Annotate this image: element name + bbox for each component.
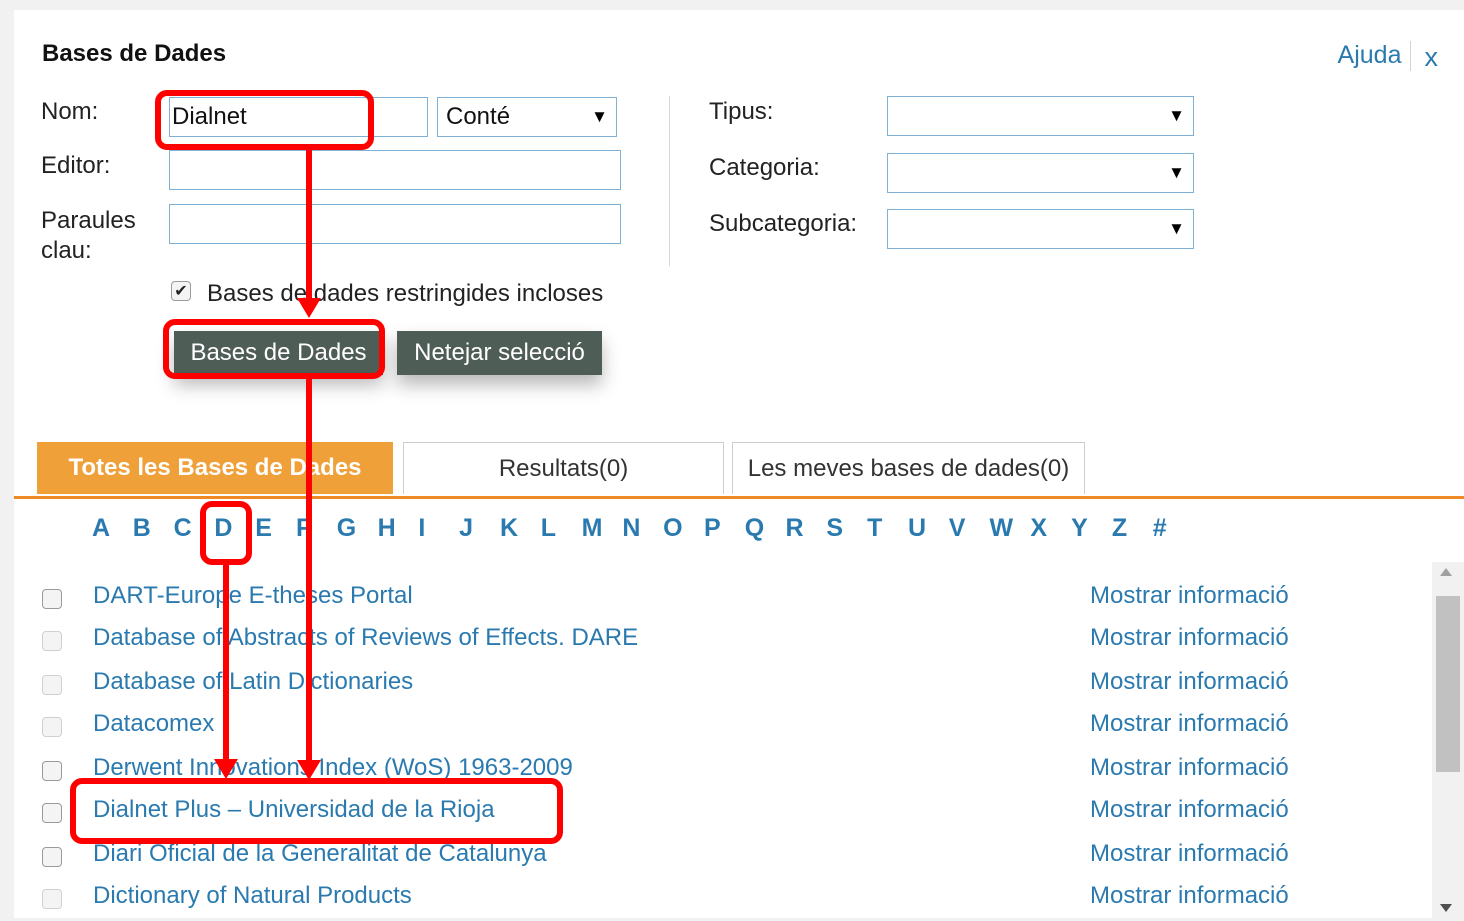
letter-f[interactable]: F (296, 514, 337, 543)
row-checkbox[interactable] (42, 589, 62, 609)
letter-t[interactable]: T (867, 514, 908, 543)
database-link[interactable]: Dialnet Plus – Universidad de la Rioja (93, 796, 495, 824)
checkmark-icon: ✔ (174, 283, 188, 300)
list-item: Datacomex Mostrar informació (14, 706, 1414, 749)
list-item: DART-Europe E-theses Portal Mostrar info… (14, 578, 1414, 621)
show-info-link[interactable]: Mostrar informació (1090, 582, 1289, 610)
match-mode-select[interactable]: Conté ▼ (437, 97, 617, 137)
show-info-link[interactable]: Mostrar informació (1090, 754, 1289, 782)
show-info-link[interactable]: Mostrar informació (1090, 624, 1289, 652)
letter-c[interactable]: C (174, 514, 215, 543)
letter-h[interactable]: H (378, 514, 419, 543)
subcategory-select[interactable]: ▼ (887, 209, 1194, 249)
tab-all-databases[interactable]: Totes les Bases de Dades (37, 442, 393, 494)
alphabet-nav: A B C D E F G H I J K L M N O P Q R S T … (92, 514, 1194, 543)
database-link[interactable]: Datacomex (93, 710, 214, 738)
name-input[interactable] (169, 97, 428, 137)
scroll-thumb[interactable] (1436, 596, 1460, 772)
list-item: Derwent Innovations Index (WoS) 1963-200… (14, 750, 1414, 793)
subcategory-label: Subcategoria: (709, 210, 858, 237)
row-checkbox[interactable] (42, 889, 62, 909)
caret-down-icon: ▼ (1168, 106, 1185, 125)
letter-w[interactable]: W (990, 514, 1031, 543)
letter-u[interactable]: U (908, 514, 949, 543)
list-item: Dialnet Plus – Universidad de la Rioja M… (14, 792, 1414, 835)
letter-g[interactable]: G (337, 514, 378, 543)
row-checkbox[interactable] (42, 675, 62, 695)
caret-down-icon: ▼ (591, 107, 608, 126)
editor-label: Editor: (41, 152, 111, 179)
form-divider (669, 96, 670, 266)
name-label: Nom: (41, 98, 99, 125)
tab-underline (14, 496, 1464, 499)
letter-k[interactable]: K (500, 514, 541, 543)
database-link[interactable]: Diari Oficial de la Generalitat de Catal… (93, 840, 547, 868)
scroll-down-arrow-icon[interactable] (1440, 904, 1452, 912)
tab-my-databases[interactable]: Les meves bases de dades(0) (732, 442, 1085, 494)
database-search-panel: Bases de Dades Ajuda x Nom: Conté ▼ Edit… (14, 10, 1464, 918)
close-icon[interactable]: x (1425, 44, 1439, 71)
list-item: Diari Oficial de la Generalitat de Catal… (14, 836, 1414, 879)
letter-d[interactable]: D (214, 514, 255, 543)
letter-r[interactable]: R (786, 514, 827, 543)
letter-b[interactable]: B (133, 514, 174, 543)
database-link[interactable]: DART-Europe E-theses Portal (93, 582, 413, 610)
type-label: Tipus: (709, 98, 774, 125)
letter-v[interactable]: V (949, 514, 990, 543)
letter-s[interactable]: S (826, 514, 867, 543)
database-link[interactable]: Derwent Innovations Index (WoS) 1963-200… (93, 754, 573, 782)
database-link[interactable]: Dictionary of Natural Products (93, 882, 412, 910)
show-info-link[interactable]: Mostrar informació (1090, 710, 1289, 738)
caret-down-icon: ▼ (1168, 163, 1185, 182)
row-checkbox[interactable] (42, 761, 62, 781)
keywords-label: Paraules clau: (41, 207, 136, 264)
letter-l[interactable]: L (541, 514, 582, 543)
editor-input[interactable] (169, 150, 621, 190)
link-separator (1409, 40, 1411, 71)
show-info-link[interactable]: Mostrar informació (1090, 882, 1289, 910)
top-links: Ajuda x (1338, 40, 1438, 71)
letter-hash[interactable]: # (1153, 514, 1194, 543)
category-select[interactable]: ▼ (887, 153, 1194, 193)
letter-o[interactable]: O (663, 514, 704, 543)
letter-x[interactable]: X (1030, 514, 1071, 543)
letter-i[interactable]: I (418, 514, 459, 543)
keywords-input[interactable] (169, 204, 621, 244)
letter-y[interactable]: Y (1071, 514, 1112, 543)
help-link[interactable]: Ajuda (1338, 41, 1402, 70)
list-item: Database of Latin Dictionaries Mostrar i… (14, 664, 1414, 707)
row-checkbox[interactable] (42, 717, 62, 737)
letter-j[interactable]: J (459, 514, 500, 543)
category-label: Categoria: (709, 154, 820, 181)
letter-p[interactable]: P (704, 514, 745, 543)
letter-e[interactable]: E (255, 514, 296, 543)
caret-down-icon: ▼ (1168, 219, 1185, 238)
show-info-link[interactable]: Mostrar informació (1090, 840, 1289, 868)
match-mode-value: Conté (446, 103, 511, 130)
scroll-up-arrow-icon[interactable] (1440, 568, 1452, 576)
database-link[interactable]: Database of Latin Dictionaries (93, 668, 413, 696)
results-scrollbar[interactable] (1432, 562, 1464, 918)
letter-a[interactable]: A (92, 514, 133, 543)
list-item: Dictionary of Natural Products Mostrar i… (14, 878, 1414, 921)
show-info-link[interactable]: Mostrar informació (1090, 668, 1289, 696)
type-select[interactable]: ▼ (887, 96, 1194, 136)
letter-m[interactable]: M (582, 514, 623, 543)
database-link[interactable]: Database of Abstracts of Reviews of Effe… (93, 624, 638, 652)
row-checkbox[interactable] (42, 631, 62, 651)
list-item: Database of Abstracts of Reviews of Effe… (14, 620, 1414, 663)
panel-title: Bases de Dades (42, 40, 227, 67)
clear-selection-button[interactable]: Netejar selecció (397, 331, 602, 375)
tab-results[interactable]: Resultats(0) (403, 442, 724, 494)
letter-n[interactable]: N (622, 514, 663, 543)
show-info-link[interactable]: Mostrar informació (1090, 796, 1289, 824)
row-checkbox[interactable] (42, 803, 62, 823)
restricted-checkbox[interactable]: ✔ (171, 281, 191, 301)
letter-q[interactable]: Q (745, 514, 786, 543)
letter-z[interactable]: Z (1112, 514, 1153, 543)
row-checkbox[interactable] (42, 847, 62, 867)
search-databases-button[interactable]: Bases de Dades (174, 331, 383, 375)
restricted-label: Bases de dades restringides incloses (207, 280, 604, 307)
